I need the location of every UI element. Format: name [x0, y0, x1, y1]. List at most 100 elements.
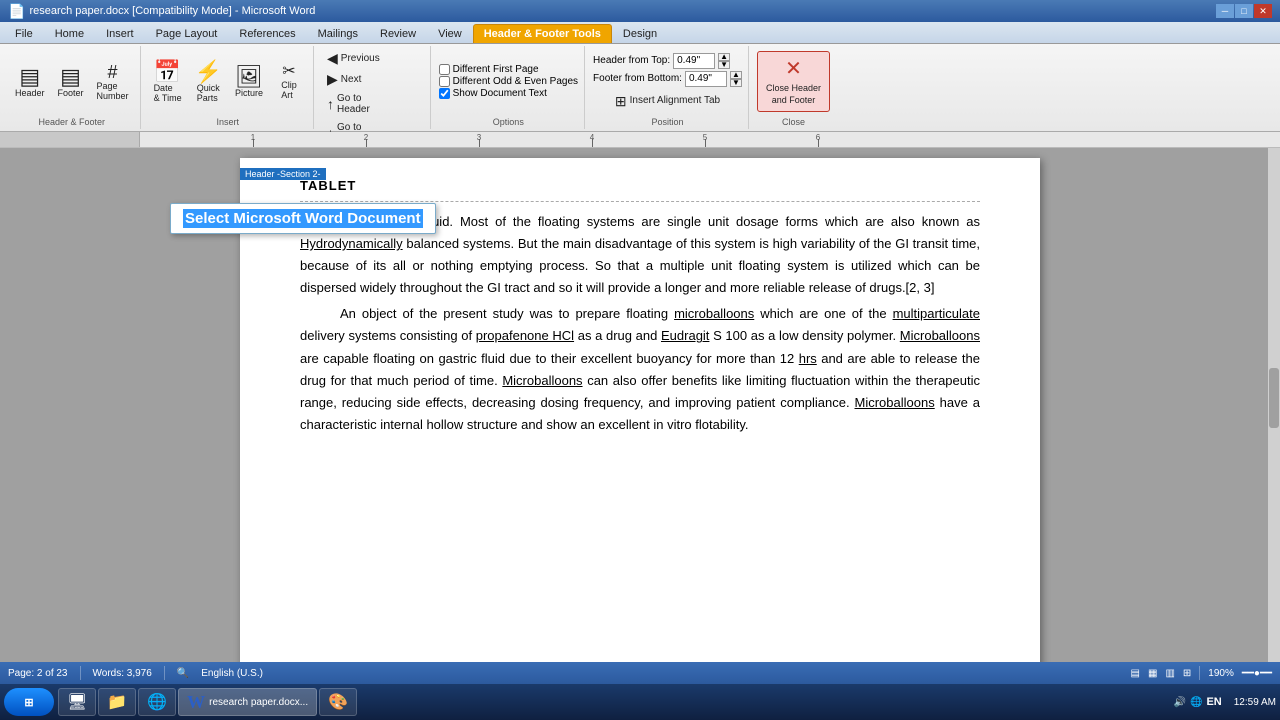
browser-icon: 🌐 [147, 692, 167, 712]
quick-parts-icon: ⚡ [195, 61, 222, 83]
select-microsoft-word-dialog[interactable]: Select Microsoft Word Document [170, 203, 436, 234]
close-header-footer-button[interactable]: ✕ Close Headerand Footer [757, 51, 830, 111]
previous-button[interactable]: ◀ Previous [322, 48, 385, 68]
header-footer-group-label: Header & Footer [39, 115, 106, 127]
header-from-top-input[interactable] [673, 53, 715, 69]
tab-page-layout[interactable]: Page Layout [145, 24, 229, 43]
tab-view[interactable]: View [427, 24, 473, 43]
picture-button[interactable]: 🖼 Picture [230, 62, 268, 102]
close-header-content: ✕ Close Headerand Footer [757, 48, 830, 115]
show-document-text-input[interactable] [439, 88, 450, 99]
close-group-label: Close [782, 115, 805, 127]
select-dialog-highlight: Select Microsoft Word Document [183, 209, 423, 228]
vertical-scrollbar[interactable] [1268, 148, 1280, 698]
tab-mailings[interactable]: Mailings [307, 24, 369, 43]
tab-design[interactable]: Design [612, 24, 668, 43]
tray-icon-1: 🔊 [1174, 697, 1186, 708]
clip-art-button[interactable]: ✂ ClipArt [271, 60, 307, 104]
zoom-slider[interactable]: ━━●━━ [1242, 668, 1272, 679]
show-document-text-check[interactable]: Show Document Text [439, 88, 578, 99]
ribbon-group-close: ✕ Close Headerand Footer Close [751, 46, 836, 129]
header-footer-buttons: ▤ Header ▤ Footer # PageNumber [10, 48, 134, 115]
quick-parts-label: QuickParts [197, 83, 220, 103]
options-checkboxes: Different First Page Different Odd & Eve… [439, 48, 578, 115]
show-desktop-icon: 🖥 [67, 692, 87, 712]
view-icon-1[interactable]: ▤ [1131, 668, 1140, 679]
tab-review[interactable]: Review [369, 24, 427, 43]
multiparticulate-word: multiparticulate [893, 306, 980, 321]
tab-references[interactable]: References [228, 24, 306, 43]
hrs-word: hrs [799, 351, 817, 366]
position-group-label: Position [651, 115, 683, 127]
taskbar-show-desktop[interactable]: 🖥 [58, 688, 96, 716]
minimize-button[interactable]: ─ [1216, 4, 1234, 18]
explorer-icon: 📁 [107, 692, 127, 712]
options-group-label: Options [493, 115, 524, 127]
footer-button[interactable]: ▤ Footer [53, 62, 89, 102]
view-icon-2[interactable]: ▦ [1148, 668, 1157, 679]
header-from-top-label: Header from Top: [593, 55, 670, 66]
position-fields: Header from Top: ▲ ▼ Footer from Bottom:… [593, 48, 742, 115]
header-from-top-row: Header from Top: ▲ ▼ [593, 53, 742, 69]
close-header-label: Close Headerand Footer [766, 83, 821, 106]
clip-art-icon: ✂ [282, 64, 295, 80]
page-number-button[interactable]: # PageNumber [92, 59, 134, 105]
view-icon-4[interactable]: ⊞ [1183, 668, 1191, 679]
different-first-page-check[interactable]: Different First Page [439, 64, 578, 75]
document-header: Header -Section 2- TABLET [240, 158, 1040, 202]
maximize-button[interactable]: □ [1235, 4, 1253, 18]
different-first-page-input[interactable] [439, 64, 450, 75]
different-odd-even-check[interactable]: Different Odd & Even Pages [439, 76, 578, 87]
quick-parts-button[interactable]: ⚡ QuickParts [190, 57, 227, 107]
date-time-label: Date& Time [154, 83, 182, 103]
start-label: ⊞ [24, 696, 33, 709]
start-button[interactable]: ⊞ [4, 688, 54, 716]
ribbon-group-options: Different First Page Different Odd & Eve… [433, 46, 585, 129]
position-inputs: Header from Top: ▲ ▼ Footer from Bottom:… [593, 53, 742, 111]
taskbar-word[interactable]: W research paper.docx... [178, 688, 317, 716]
scroll-thumb[interactable] [1269, 368, 1279, 428]
taskbar-browser[interactable]: 🌐 [138, 688, 176, 716]
taskbar-word-label: research paper.docx... [209, 697, 308, 708]
tab-insert[interactable]: Insert [95, 24, 145, 43]
close-button[interactable]: ✕ [1254, 4, 1272, 18]
ruler: 1 2 3 4 5 6 [0, 132, 1280, 148]
different-odd-even-input[interactable] [439, 76, 450, 87]
header-top-spin-down[interactable]: ▼ [718, 61, 730, 69]
tab-header-footer-tools[interactable]: Header & Footer Tools [473, 24, 612, 43]
ribbon-tabs: File Home Insert Page Layout References … [0, 22, 1280, 44]
next-icon: ▶ [327, 72, 338, 86]
status-divider-3 [1199, 666, 1200, 680]
microballoons-word-2: Microballoons [900, 328, 980, 343]
ribbon-group-navigation: ◀ Previous ▶ Next ↑ Go toHeader ↓ Go toF… [316, 46, 431, 129]
tab-file[interactable]: File [4, 24, 44, 43]
tab-home[interactable]: Home [44, 24, 95, 43]
body-paragraph-2: An object of the present study was to pr… [300, 303, 980, 436]
date-time-button[interactable]: 📅 Date& Time [149, 57, 187, 107]
word-icon: W [187, 692, 205, 713]
document-body[interactable]: stomach fluid. Most of the floating syst… [240, 207, 1040, 460]
clock: 12:59 AM [1234, 696, 1276, 709]
taskbar-photoshop[interactable]: 🎨 [319, 688, 357, 716]
next-button[interactable]: ▶ Next [322, 69, 366, 89]
footer-from-bottom-row: Footer from Bottom: ▲ ▼ [593, 71, 742, 87]
header-icon: ▤ [19, 66, 40, 88]
page-number-icon: # [108, 63, 118, 81]
photoshop-icon: 🎨 [328, 692, 348, 712]
show-document-text-label: Show Document Text [453, 88, 547, 99]
taskbar-explorer[interactable]: 📁 [98, 688, 136, 716]
insert-alignment-tab-button[interactable]: ⊞ Insert Alignment Tab [593, 91, 742, 111]
microballoons-word-4: Microballoons [855, 395, 935, 410]
tray-icon-2: 🌐 [1190, 697, 1202, 708]
eudragit-word: Eudragit [661, 328, 709, 343]
language-text: English (U.S.) [201, 668, 263, 679]
zoom-level: 190% [1208, 668, 1234, 679]
view-icon-3[interactable]: ▥ [1165, 668, 1174, 679]
header-label: Header [15, 88, 45, 98]
status-divider-1 [80, 666, 81, 680]
footer-from-bottom-input[interactable] [685, 71, 727, 87]
footer-bottom-spin-down[interactable]: ▼ [730, 79, 742, 87]
go-to-header-button[interactable]: ↑ Go toHeader [322, 90, 375, 118]
status-bar: Page: 2 of 23 Words: 3,976 🔍 English (U.… [0, 662, 1280, 684]
header-button[interactable]: ▤ Header [10, 62, 50, 102]
